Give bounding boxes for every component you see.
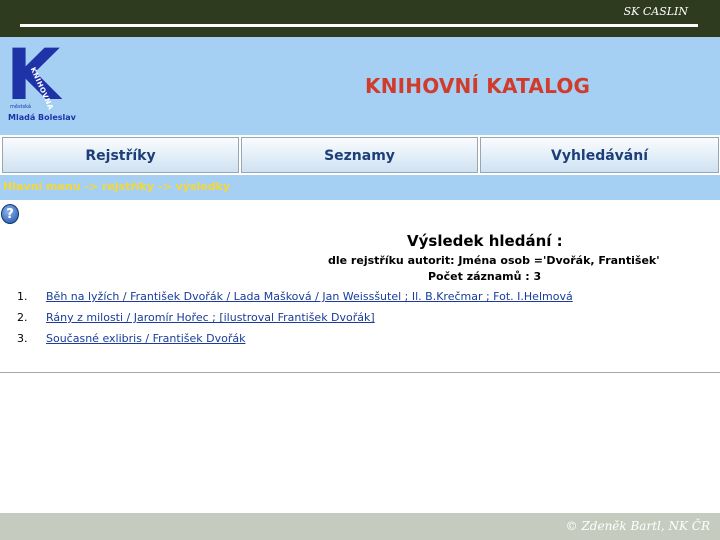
- result-number: 1.: [17, 290, 28, 303]
- library-logo[interactable]: K KNIHOVNA městská Mladá Boleslav: [6, 40, 76, 132]
- list-item: 3. Současné exlibris / František Dvořák: [0, 332, 720, 348]
- slide-corner-label: SK CASLIN: [623, 5, 688, 18]
- results-query: dle rejstříku autorit: Jména osob ='Dvoř…: [328, 254, 660, 267]
- slide-top-band: SK CASLIN: [0, 0, 720, 37]
- main-nav: Rejstříky Seznamy Vyhledávání: [0, 135, 720, 175]
- results-title: Výsledek hledání :: [407, 232, 563, 250]
- results-count: Počet záznamů : 3: [428, 270, 542, 283]
- tab-seznamy[interactable]: Seznamy: [241, 137, 478, 173]
- result-number: 2.: [17, 311, 28, 324]
- result-number: 3.: [17, 332, 28, 345]
- slide-bottom-band: © Zdeněk Bartl, NK ČR: [0, 513, 720, 540]
- catalog-header: K KNIHOVNA městská Mladá Boleslav KNIHOV…: [0, 37, 720, 135]
- result-link[interactable]: Současné exlibris / František Dvořák: [46, 332, 245, 345]
- logo-small-text: městská: [10, 104, 31, 110]
- breadcrumb-text[interactable]: Hlavní menu -> rejstříky -> výsledky: [3, 180, 230, 193]
- result-link[interactable]: Rány z milosti / Jaromír Hořec ; [ilustr…: [46, 311, 375, 324]
- help-icon[interactable]: ?: [1, 204, 19, 224]
- content-divider: [0, 372, 720, 373]
- list-item: 2. Rány z milosti / Jaromír Hořec ; [ilu…: [0, 311, 720, 327]
- tab-vyhledavani[interactable]: Vyhledávání: [480, 137, 719, 173]
- breadcrumb: Hlavní menu -> rejstříky -> výsledky: [0, 175, 720, 200]
- tab-rejstriky[interactable]: Rejstříky: [2, 137, 239, 173]
- slide-top-rule: [20, 24, 698, 27]
- list-item: 1. Běh na lyžích / František Dvořák / La…: [0, 290, 720, 306]
- catalog-title: KNIHOVNÍ KATALOG: [365, 74, 591, 98]
- footer-credit: © Zdeněk Bartl, NK ČR: [565, 519, 710, 533]
- result-link[interactable]: Běh na lyžích / František Dvořák / Lada …: [46, 290, 573, 303]
- logo-city: Mladá Boleslav: [8, 113, 76, 122]
